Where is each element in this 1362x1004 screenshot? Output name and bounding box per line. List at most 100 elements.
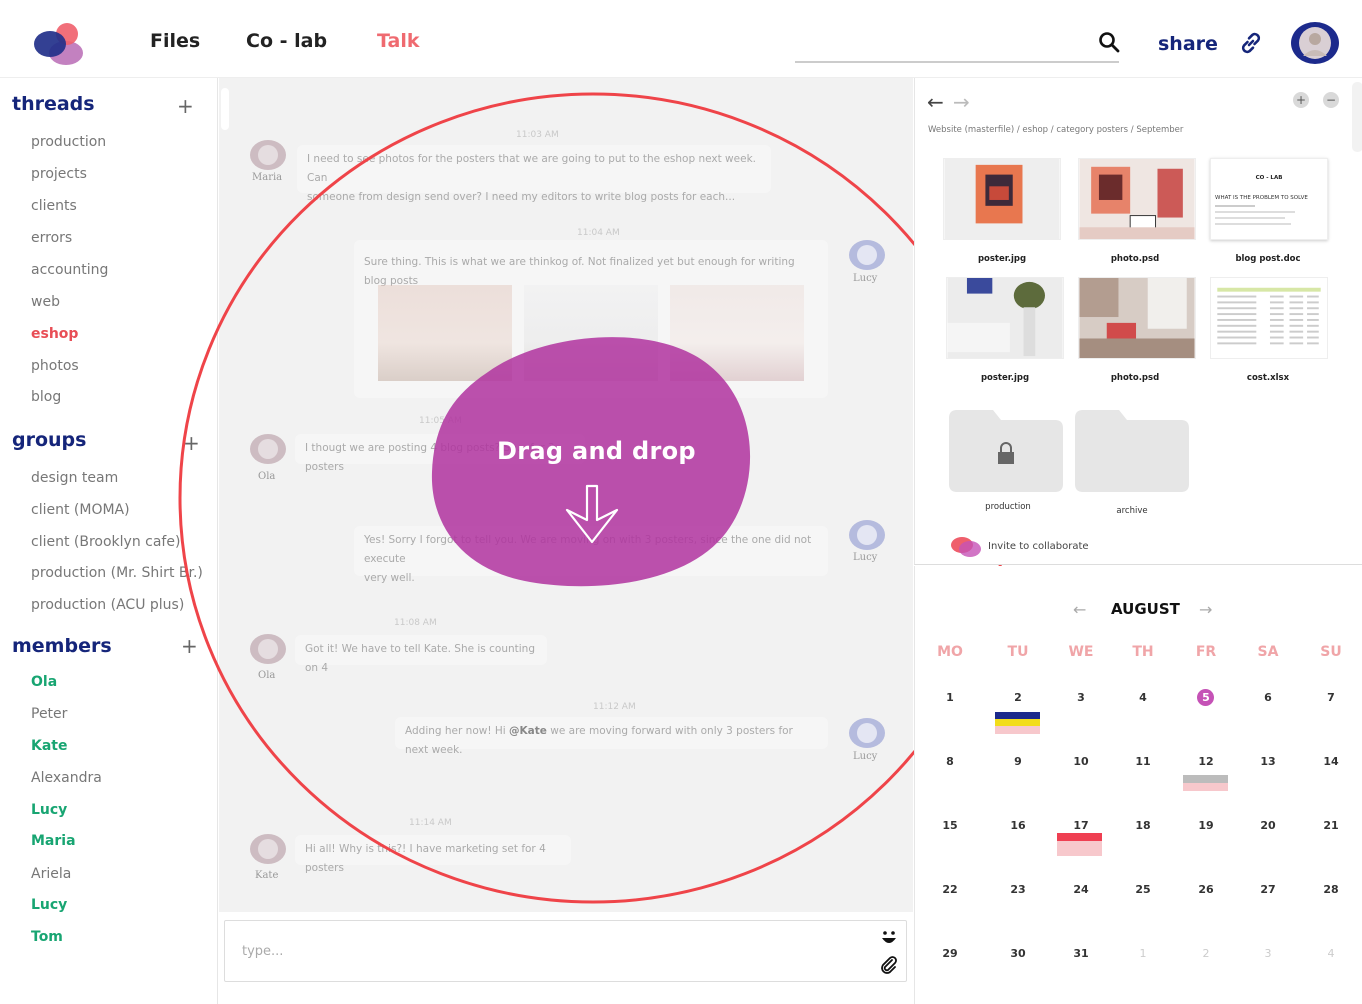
invite-collaborate-link[interactable]: Invite to collaborate [988,541,1089,552]
thread-production[interactable]: production [31,134,106,150]
nav-colab[interactable]: Co - lab [246,30,327,52]
member-lucy[interactable]: Lucy [31,802,67,818]
files-scrollbar[interactable] [1352,82,1362,152]
calendar-day[interactable]: 20 [1253,819,1283,832]
avatar[interactable] [849,718,885,748]
calendar-day[interactable]: 27 [1253,883,1283,896]
file-item[interactable] [943,158,1061,250]
file-item[interactable] [1078,158,1196,250]
next-month-icon[interactable]: → [1199,600,1212,619]
calendar-day[interactable]: 7 [1316,691,1346,704]
app-logo[interactable] [32,20,86,66]
avatar[interactable] [250,140,286,170]
group-production-acu[interactable]: production (ACU plus) [31,597,184,613]
folder-archive[interactable] [1075,408,1189,492]
prev-month-icon[interactable]: ← [1073,600,1086,619]
calendar-day[interactable]: 8 [935,755,965,768]
chat-bubbles-icon[interactable] [950,535,982,559]
calendar-day[interactable]: 3 [1066,691,1096,704]
nav-talk[interactable]: Talk [377,30,419,52]
search-input[interactable] [795,61,1119,63]
calendar-day[interactable]: 14 [1316,755,1346,768]
add-member-button[interactable]: + [181,634,198,658]
calendar-day[interactable]: 21 [1316,819,1346,832]
avatar[interactable] [250,434,286,464]
calendar-day[interactable]: 2 [1003,691,1033,704]
calendar-day[interactable]: 12 [1191,755,1221,768]
calendar-day-next-month[interactable]: 4 [1316,947,1346,960]
add-group-button[interactable]: + [183,431,200,455]
calendar-event[interactable] [1183,783,1228,791]
calendar-event[interactable] [1057,841,1102,856]
member-maria[interactable]: Maria [31,833,76,849]
breadcrumb[interactable]: Website (masterfile) / eshop / category … [928,125,1183,135]
calendar-day[interactable]: 23 [1003,883,1033,896]
thread-eshop[interactable]: eshop [31,326,78,342]
calendar-day[interactable]: 22 [935,883,965,896]
group-production-mr-shirt[interactable]: production (Mr. Shirt Br.) [31,565,203,581]
thread-web[interactable]: web [31,294,60,310]
group-client-moma[interactable]: client (MOMA) [31,502,130,518]
group-design-team[interactable]: design team [31,470,118,486]
member-peter[interactable]: Peter [31,706,67,722]
member-ariela[interactable]: Ariela [31,866,71,882]
search-icon[interactable] [1098,31,1120,53]
file-item[interactable] [1078,277,1196,369]
calendar-day[interactable]: 19 [1191,819,1221,832]
calendar-day[interactable]: 10 [1066,755,1096,768]
calendar-day-today[interactable]: 5 [1191,691,1221,704]
thread-photos[interactable]: photos [31,358,79,374]
member-lucy-2[interactable]: Lucy [31,897,67,913]
avatar[interactable] [250,834,286,864]
calendar-day[interactable]: 28 [1316,883,1346,896]
file-item[interactable]: CO - LAB WHAT IS THE PROBLEM TO SOLVE [1210,158,1328,250]
calendar-day-next-month[interactable]: 1 [1128,947,1158,960]
thread-accounting[interactable]: accounting [31,262,108,278]
calendar-day[interactable]: 18 [1128,819,1158,832]
calendar-day-next-month[interactable]: 3 [1253,947,1283,960]
calendar-day[interactable]: 31 [1066,947,1096,960]
avatar[interactable] [849,520,885,550]
member-kate[interactable]: Kate [31,738,67,754]
calendar-event[interactable] [995,726,1040,734]
calendar-day[interactable]: 26 [1191,883,1221,896]
calendar-event[interactable] [1057,833,1102,841]
calendar-day[interactable]: 16 [1003,819,1033,832]
thread-clients[interactable]: clients [31,198,77,214]
calendar-day[interactable]: 11 [1128,755,1158,768]
group-client-brooklyn[interactable]: client (Brooklyn cafe) [31,534,180,550]
calendar-day[interactable]: 17 [1066,819,1096,832]
message-input[interactable] [242,939,842,963]
calendar-day[interactable]: 15 [935,819,965,832]
calendar-day[interactable]: 29 [935,947,965,960]
zoom-in-button[interactable]: + [1293,92,1309,108]
calendar-day[interactable]: 13 [1253,755,1283,768]
link-icon[interactable] [1238,30,1264,56]
calendar-day[interactable]: 6 [1253,691,1283,704]
chat-scrollbar[interactable] [221,88,229,130]
nav-files[interactable]: Files [150,30,200,52]
thread-projects[interactable]: projects [31,166,87,182]
calendar-day-next-month[interactable]: 2 [1191,947,1221,960]
member-tom[interactable]: Tom [31,929,63,945]
mention-kate[interactable]: @Kate [509,725,547,737]
avatar[interactable] [250,634,286,664]
folder-production[interactable] [949,408,1063,492]
calendar-day[interactable]: 24 [1066,883,1096,896]
attachment-icon[interactable] [880,956,898,974]
calendar-event[interactable] [995,712,1040,719]
calendar-day[interactable]: 1 [935,691,965,704]
thread-errors[interactable]: errors [31,230,72,246]
calendar-event[interactable] [1183,775,1228,783]
forward-arrow-icon[interactable]: → [953,90,970,114]
file-item[interactable] [946,277,1064,369]
file-item[interactable] [1210,277,1328,369]
avatar[interactable] [849,240,885,270]
back-arrow-icon[interactable]: ← [927,90,944,114]
add-thread-button[interactable]: + [177,94,194,118]
user-avatar[interactable] [1291,22,1339,64]
calendar-day[interactable]: 25 [1128,883,1158,896]
member-alexandra[interactable]: Alexandra [31,770,102,786]
calendar-event[interactable] [995,719,1040,726]
thread-blog[interactable]: blog [31,389,61,405]
